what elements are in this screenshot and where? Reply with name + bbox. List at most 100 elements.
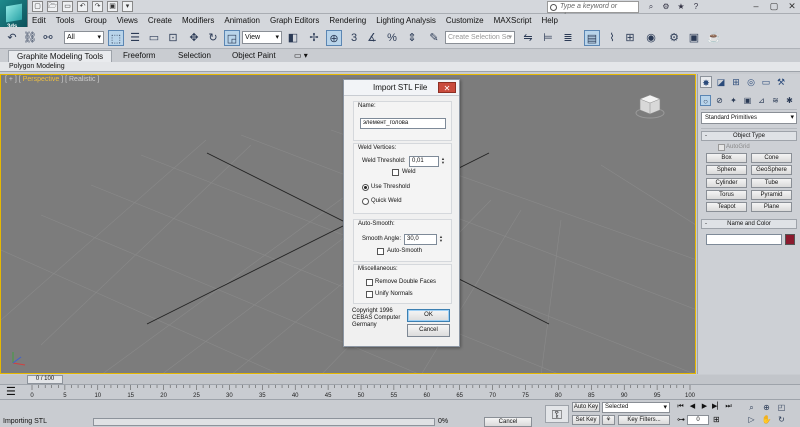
geometry-icon[interactable]: ○ (700, 95, 711, 106)
cameras-icon[interactable]: ▣ (742, 95, 753, 106)
dialog-title-bar[interactable]: Import STL File ✕ (344, 80, 459, 96)
menu-views[interactable]: Views (112, 14, 143, 27)
spinner-snap-icon[interactable]: ⇕ (404, 30, 420, 46)
field-of-view-icon[interactable]: ▷ (745, 414, 758, 425)
previous-frame-icon[interactable]: ◀ (688, 402, 697, 412)
undo-toolbar-icon[interactable]: ↶ (4, 30, 20, 46)
go-to-start-icon[interactable]: ⏮ (676, 402, 685, 412)
key-filters-button[interactable]: Key Filters... (618, 415, 670, 425)
mirror-icon[interactable]: ⇋ (520, 30, 536, 46)
tab-selection[interactable]: Selection (170, 50, 219, 62)
hierarchy-tab-icon[interactable]: ⊞ (730, 76, 742, 88)
scale-icon[interactable]: ◲ (224, 30, 240, 46)
ribbon-options-icon[interactable]: ▭ ▾ (290, 50, 312, 62)
utilities-tab-icon[interactable]: ⚒ (775, 76, 787, 88)
schematic-view-icon[interactable]: ⊞ (622, 30, 638, 46)
align-icon[interactable]: ⊨ (540, 30, 556, 46)
search-input[interactable]: Type a keyword or phrase (547, 1, 639, 20)
render-production-icon[interactable]: ☕ (706, 30, 722, 46)
space-warps-icon[interactable]: ≋ (770, 95, 781, 106)
keyboard-shortcut-icon[interactable]: ⊕ (326, 30, 342, 46)
select-object-icon[interactable]: ⬚ (108, 30, 124, 46)
snaps-toggle-icon[interactable]: 3 (346, 30, 362, 46)
tab-object-paint[interactable]: Object Paint (224, 50, 284, 62)
select-manipulate-icon[interactable]: ✢ (306, 30, 322, 46)
tube-button[interactable]: Tube (751, 178, 792, 188)
menu-lighting-analysis[interactable]: Lighting Analysis (371, 14, 441, 27)
pan-icon[interactable]: ✋ (760, 414, 773, 425)
time-configuration-icon[interactable]: ⊞ (713, 415, 720, 424)
tab-graphite-modeling-tools[interactable]: Graphite Modeling Tools (8, 50, 113, 62)
select-by-name-icon[interactable]: ☰ (127, 30, 143, 46)
help-icon[interactable]: ? (691, 1, 701, 12)
lights-icon[interactable]: ✦ (728, 95, 739, 106)
quick-access-dropdown-icon[interactable]: ▾ (122, 1, 133, 12)
named-selection-icon[interactable]: ✎ (426, 30, 442, 46)
angle-snap-icon[interactable]: ∡ (364, 30, 380, 46)
menu-create[interactable]: Create (143, 14, 177, 27)
create-tab-icon[interactable]: ✸ (700, 76, 712, 88)
set-key-mode-icon[interactable]: ⚿ (545, 405, 569, 423)
move-icon[interactable]: ✥ (186, 30, 202, 46)
rendered-frame-icon[interactable]: ▣ (686, 30, 702, 46)
graphite-toggle-icon[interactable]: ▤ (584, 30, 600, 46)
new-file-icon[interactable]: ▢ (32, 1, 43, 12)
maximize-button[interactable]: ▢ (768, 1, 780, 12)
percent-snap-icon[interactable]: % (384, 30, 400, 46)
window-crossing-icon[interactable]: ⊡ (165, 30, 181, 46)
sphere-button[interactable]: Sphere (706, 165, 747, 175)
next-frame-icon[interactable]: ▶▏ (712, 402, 723, 412)
object-color-swatch[interactable] (785, 234, 795, 245)
minimize-button[interactable]: – (750, 1, 762, 12)
key-icon[interactable]: ⚘ (602, 415, 615, 425)
redo-icon[interactable]: ↷ (92, 1, 103, 12)
polygon-modeling-label[interactable]: Polygon Modeling (9, 62, 65, 72)
key-mode-icon[interactable]: ⊶ (677, 415, 685, 424)
weld-checkbox[interactable] (392, 169, 399, 176)
link-icon[interactable]: ⛓ (22, 30, 38, 46)
curve-editor-icon[interactable]: ⌇ (604, 30, 620, 46)
zoom-extents-icon[interactable]: ◰ (775, 402, 788, 413)
time-slider[interactable]: 0 / 100 (0, 375, 800, 384)
close-window-button[interactable]: ✕ (786, 1, 798, 12)
cancel-button[interactable]: Cancel (407, 324, 450, 337)
viewport-view-name[interactable]: Perspective (23, 76, 60, 83)
shapes-icon[interactable]: ⊘ (714, 95, 725, 106)
menu-animation[interactable]: Animation (219, 14, 265, 27)
modify-tab-icon[interactable]: ◪ (715, 76, 727, 88)
menu-edit[interactable]: Edit (28, 14, 51, 27)
name-and-color-rollout[interactable]: Name and Color (701, 219, 797, 229)
viewport-label[interactable]: [ + ] [ Perspective ] [ Realistic ] (5, 76, 99, 83)
layer-manager-icon[interactable]: ≣ (560, 30, 576, 46)
render-setup-icon[interactable]: ⚙ (666, 30, 682, 46)
tab-freeform[interactable]: Freeform (115, 50, 163, 62)
quick-weld-radio[interactable] (362, 198, 369, 205)
project-folder-icon[interactable]: ▣ (107, 1, 118, 12)
menu-group[interactable]: Group (79, 14, 111, 27)
rotate-icon[interactable]: ↻ (205, 30, 221, 46)
favorites-icon[interactable]: ★ (676, 1, 686, 12)
name-input[interactable]: элемент_голова (360, 118, 446, 129)
auto-key-button[interactable]: Auto Key (572, 402, 600, 412)
play-icon[interactable]: ▶ (700, 402, 709, 412)
torus-button[interactable]: Torus (706, 190, 747, 200)
object-type-rollout[interactable]: Object Type (701, 131, 797, 141)
settings-icon[interactable]: ⚙ (661, 1, 671, 12)
viewcube-icon[interactable] (635, 91, 665, 121)
undo-icon[interactable]: ↶ (77, 1, 88, 12)
key-filter-set-dropdown[interactable]: Selected (602, 402, 670, 413)
selection-region-icon[interactable]: ▭ (146, 30, 162, 46)
cylinder-button[interactable]: Cylinder (706, 178, 747, 188)
set-key-button[interactable]: Set Key (572, 415, 600, 425)
helpers-icon[interactable]: ⊿ (756, 95, 767, 106)
systems-icon[interactable]: ✱ (784, 95, 795, 106)
object-name-input[interactable] (706, 234, 782, 245)
reference-coordinate-dropdown[interactable]: View (242, 31, 282, 44)
unlink-icon[interactable]: ⚯ (40, 30, 56, 46)
orbit-icon[interactable]: ↻ (775, 414, 788, 425)
unify-normals-checkbox[interactable] (366, 291, 373, 298)
cone-button[interactable]: Cone (751, 153, 792, 163)
pyramid-button[interactable]: Pyramid (751, 190, 792, 200)
go-to-end-icon[interactable]: ⏭ (724, 402, 733, 412)
cancel-import-button[interactable]: Cancel (484, 417, 532, 427)
